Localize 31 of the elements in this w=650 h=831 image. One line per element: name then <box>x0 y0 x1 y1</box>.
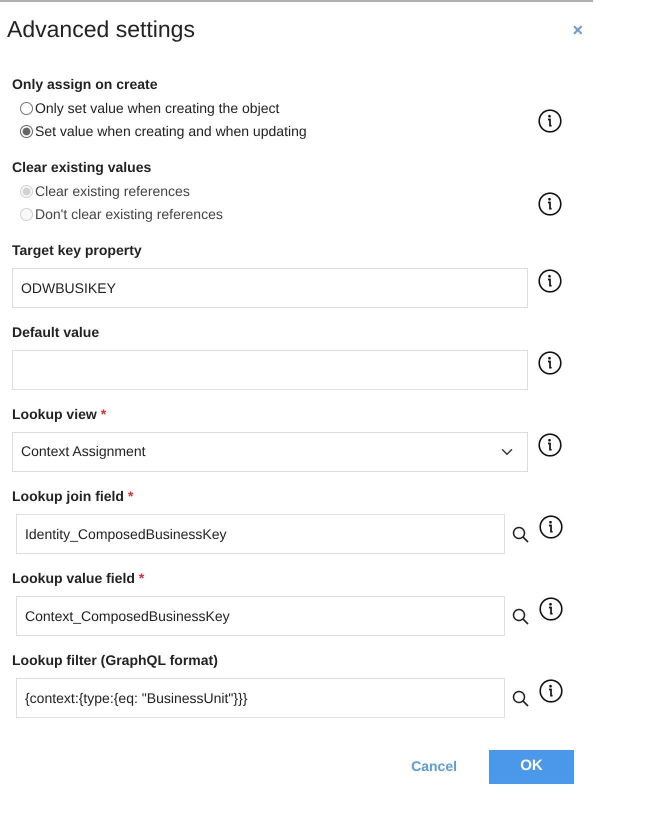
info-icon[interactable] <box>538 350 562 375</box>
lookup-field[interactable]: Context_ComposedBusinessKey <box>16 596 505 636</box>
search-icon[interactable] <box>512 526 529 543</box>
option-label: Set value when creating and when updating <box>35 122 307 141</box>
option-label: Clear existing references <box>35 182 190 201</box>
field-label: Target key property <box>12 240 143 260</box>
info-icon[interactable] <box>539 514 563 539</box>
field-label: Only assign on create <box>12 74 158 94</box>
info-icon[interactable] <box>539 678 563 703</box>
search-icon[interactable] <box>512 608 529 625</box>
info-icon[interactable] <box>538 108 562 133</box>
search-icon[interactable] <box>512 690 529 707</box>
text-field[interactable]: ODWBUSIKEY <box>12 268 528 308</box>
lookup-field[interactable]: {context:{type:{eq: "BusinessUnit"}}} <box>16 678 505 718</box>
lookup-field[interactable]: Identity_ComposedBusinessKey <box>16 514 505 554</box>
field-label: Default value <box>12 322 100 342</box>
lookup-view-dropdown[interactable]: Context Assignment <box>12 432 528 472</box>
info-icon[interactable] <box>538 192 562 216</box>
info-icon[interactable] <box>538 432 562 457</box>
option-label: Don't clear existing references <box>35 204 223 224</box>
info-icon[interactable] <box>539 596 563 621</box>
field-label: Lookup value field * <box>12 568 146 588</box>
info-icon[interactable] <box>538 268 562 293</box>
field-label: Lookup join field * <box>12 486 134 506</box>
radio-button[interactable] <box>20 124 33 138</box>
field-label: Lookup view * <box>12 404 108 424</box>
field-label: Clear existing values <box>12 158 152 177</box>
option-label: Only set value when creating the object <box>35 98 280 118</box>
field-label: Lookup filter (GraphQL format) <box>12 650 219 670</box>
dialog-title: Advanced settings <box>7 16 195 44</box>
radio-button[interactable] <box>20 102 33 115</box>
